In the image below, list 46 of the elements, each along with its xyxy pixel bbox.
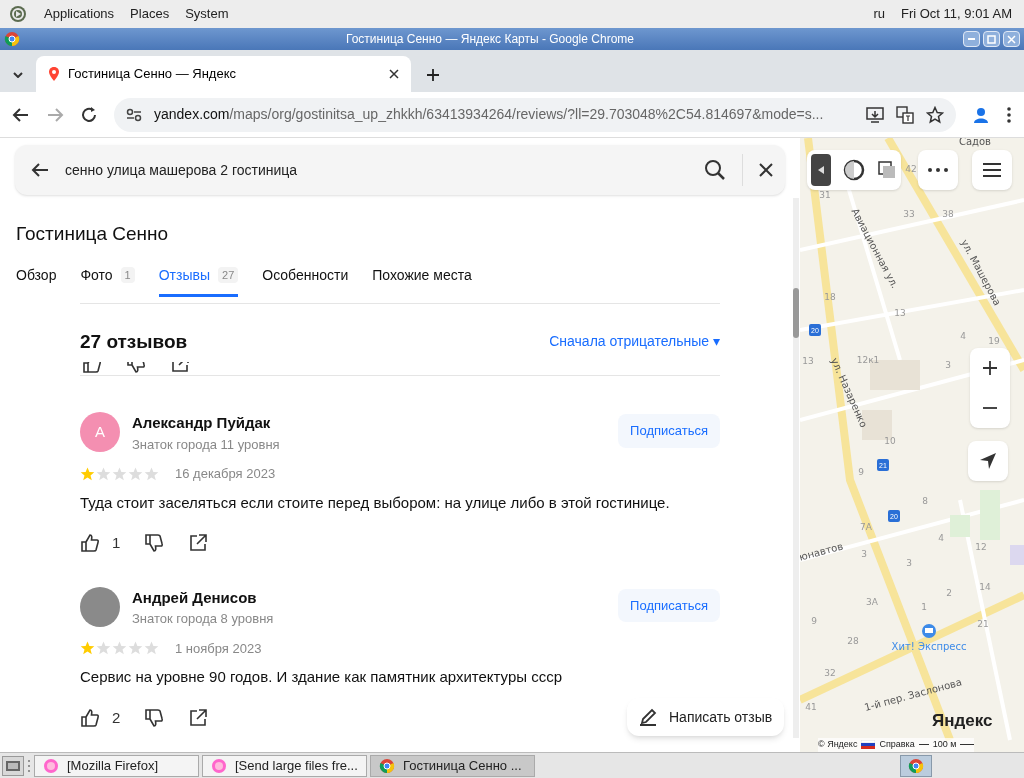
place-title: Гостиница Сенно: [16, 222, 170, 246]
house-number: 3: [861, 549, 867, 559]
house-number: 3А: [866, 597, 878, 607]
house-number: 38: [942, 209, 954, 219]
house-number: 1: [921, 602, 927, 612]
review-date: 1 ноября 2023: [175, 639, 262, 658]
tab-count: 1: [120, 266, 135, 284]
house-number: 2: [946, 588, 952, 598]
house-number: 4: [938, 533, 944, 543]
house-number: 9: [858, 467, 864, 477]
tab-title: Гостиница Сенно — Яндекс: [68, 65, 237, 84]
reviews-count: 27 отзывов: [80, 329, 188, 354]
poi-label: Хит! Экспресс: [891, 641, 967, 652]
house-number: 31: [819, 190, 831, 200]
review-date: 16 декабря 2023: [175, 465, 276, 483]
avatar: А: [80, 412, 120, 452]
review-text: Туда стоит заселяться если стоите перед выбором: на улице либо в этой гостинице.: [80, 492, 671, 513]
house-number: 4: [960, 331, 966, 341]
house-number: 19: [988, 336, 1000, 346]
street-label: Садов: [959, 138, 991, 147]
house-number: 12: [975, 542, 987, 552]
yandex-logo: Яндекс: [932, 710, 993, 732]
author-level: Знаток города 11 уровня: [132, 435, 281, 454]
copyright: © Яндекс: [818, 738, 858, 751]
house-number: 3: [945, 360, 951, 370]
map-scale: 100 м: [932, 738, 957, 751]
review-text: Сервис на уровне 90 годов. И здание как памятник архитектуры ссср: [80, 667, 564, 687]
house-number: 33: [903, 209, 915, 219]
author-level: Знаток города 8 уровня: [132, 610, 275, 628]
like-count: 2: [112, 707, 121, 728]
house-number: 3: [906, 558, 912, 568]
house-number: 14: [979, 582, 991, 592]
street-label: юнавтов: [800, 540, 845, 563]
house-number: 13: [894, 308, 906, 318]
window-title: Гостиница Сенно — Яндекс Карты - Google Chrome: [345, 31, 635, 48]
like-count: 1: [112, 533, 121, 553]
house-number: 13: [802, 356, 814, 366]
tab-count: 27: [218, 266, 239, 284]
house-number: 9: [811, 616, 817, 626]
house-number: 10: [884, 436, 896, 446]
house-number: 28: [847, 636, 859, 646]
house-number: 12к1: [856, 355, 880, 365]
house-number: 41: [805, 702, 817, 712]
house-number: 32: [824, 668, 836, 678]
house-number: 21: [977, 619, 989, 629]
house-number: 8: [922, 496, 928, 506]
